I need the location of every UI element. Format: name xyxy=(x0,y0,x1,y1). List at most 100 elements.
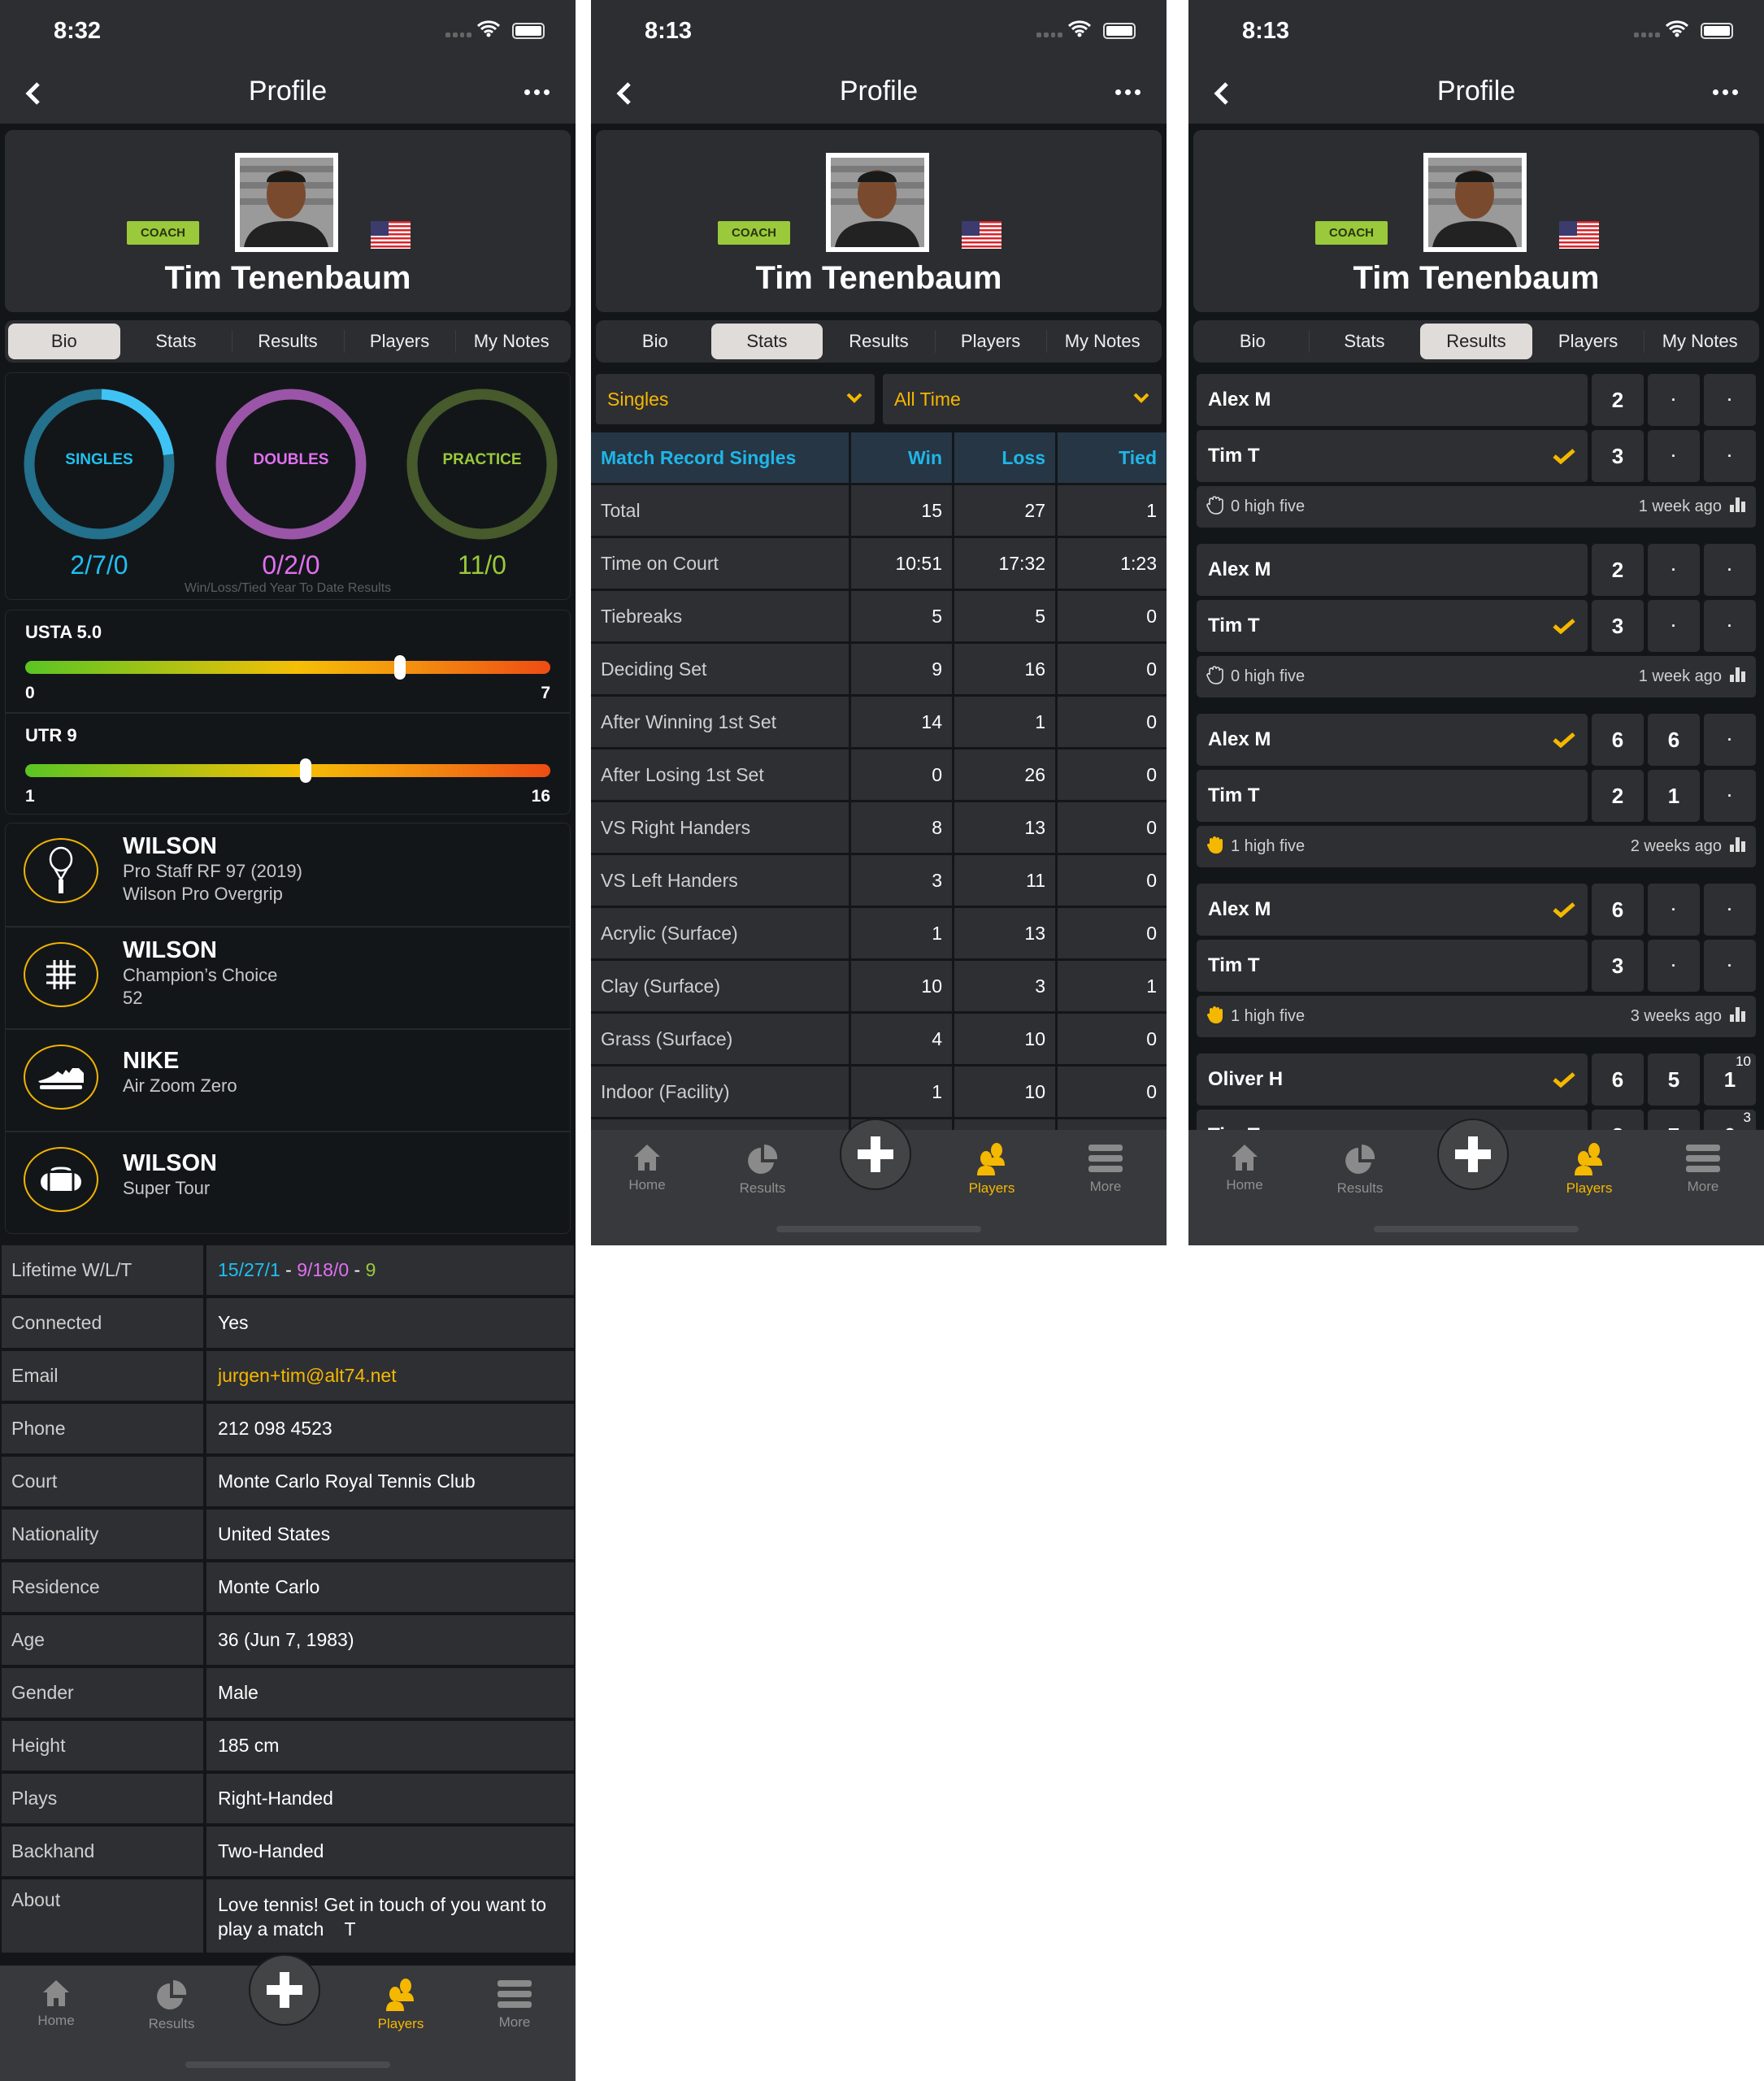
tab-results[interactable]: Results xyxy=(1420,324,1532,359)
back-button[interactable] xyxy=(1213,81,1231,110)
slider-thumb[interactable] xyxy=(299,758,311,783)
tabbar-home[interactable]: Home xyxy=(1196,1143,1293,1193)
add-match-button[interactable] xyxy=(249,1954,320,2026)
tab-stats[interactable]: Stats xyxy=(120,324,232,359)
rating-slider[interactable] xyxy=(25,655,550,680)
players-icon xyxy=(352,1979,450,2011)
match-stats-icon[interactable] xyxy=(1730,497,1746,517)
avatar[interactable] xyxy=(235,153,338,252)
status-bar: 8:13 xyxy=(1188,0,1764,65)
tab-players[interactable]: Players xyxy=(934,324,1047,359)
high-five-count: 1 high five xyxy=(1231,1007,1306,1025)
high-five-button[interactable] xyxy=(1206,665,1224,689)
tab-results[interactable]: Results xyxy=(823,324,935,359)
tab-my-notes[interactable]: My Notes xyxy=(1644,324,1756,359)
tab-players[interactable]: Players xyxy=(343,324,456,359)
score: 6 xyxy=(1667,728,1680,752)
tabbar-players[interactable]: Players xyxy=(1540,1143,1638,1197)
wifi-icon xyxy=(476,20,501,41)
tab-results[interactable]: Results xyxy=(232,324,344,359)
match-stats-icon[interactable] xyxy=(1730,1006,1746,1027)
equipment-item[interactable]: WILSON Champion’s Choice 52 xyxy=(6,926,570,1028)
high-five-button[interactable] xyxy=(1206,495,1224,519)
tab-bio[interactable]: Bio xyxy=(1197,324,1309,359)
match-card[interactable]: Alex M 2 · · Tim T 3 · · 0 high five 1 week ago xyxy=(1197,544,1756,697)
match-stats-icon[interactable] xyxy=(1730,667,1746,687)
tabbar-results[interactable]: Results xyxy=(714,1143,811,1197)
equipment-item[interactable]: WILSON Pro Staff RF 97 (2019) Wilson Pro O… xyxy=(6,823,570,926)
match-stats-icon[interactable] xyxy=(1730,836,1746,857)
ytd-rings-panel: SINGLES 2/7/0 DOUBLES 0/2/0 PRACTICE 11/0 Win/… xyxy=(5,372,571,600)
set-score: 6 xyxy=(1592,714,1644,766)
slider-thumb[interactable] xyxy=(394,655,406,680)
match-card[interactable]: Alex M 2 · · Tim T 3 · · 0 high five 1 week ago xyxy=(1197,374,1756,528)
set-score: · xyxy=(1648,940,1700,992)
period-select[interactable]: All Time xyxy=(883,374,1162,424)
add-match-button[interactable] xyxy=(840,1119,911,1190)
bio-row-residence: Residence Monte Carlo xyxy=(2,1562,574,1612)
tabbar-home[interactable]: Home xyxy=(7,1979,105,2029)
page-title: Profile xyxy=(1436,76,1516,106)
tab-my-notes[interactable]: My Notes xyxy=(455,324,567,359)
tabbar-more[interactable]: More xyxy=(1654,1143,1752,1195)
profile-tabs: Bio Stats Results Players My Notes xyxy=(5,320,571,363)
stat-value: 11 xyxy=(954,855,1055,906)
high-five-button[interactable] xyxy=(1206,1005,1224,1029)
stats-row: Grass (Surface) 4 10 0 xyxy=(591,1014,1167,1064)
tab-players[interactable]: Players xyxy=(1532,324,1645,359)
equipment-brand: WILSON xyxy=(123,937,217,963)
set-score: · xyxy=(1704,544,1756,596)
rating-slider[interactable] xyxy=(25,758,550,783)
more-options-button[interactable] xyxy=(1713,89,1738,95)
tab-my-notes[interactable]: My Notes xyxy=(1046,324,1158,359)
match-card[interactable]: Alex M 6 · · Tim T 3 · · 1 high five 3 weeks ago xyxy=(1197,884,1756,1037)
stat-value: 0 xyxy=(1058,697,1167,747)
bio-value: Two-Handed xyxy=(206,1827,574,1876)
tabbar-results[interactable]: Results xyxy=(1311,1143,1409,1197)
equipment-item[interactable]: WILSON Super Tour xyxy=(6,1131,570,1233)
lifetime-practice: 9 xyxy=(365,1259,376,1280)
score: · xyxy=(1671,392,1676,408)
rings-caption: Win/Loss/Tied Year To Date Results xyxy=(184,581,392,595)
tab-bio[interactable]: Bio xyxy=(8,324,120,359)
player-row: Alex M 6 · · xyxy=(1197,884,1756,936)
back-button[interactable] xyxy=(615,81,633,110)
email-link[interactable]: jurgen+tim@alt74.net xyxy=(206,1351,574,1401)
add-match-button[interactable] xyxy=(1437,1119,1509,1190)
match-card[interactable]: Alex M 6 6 · Tim T 2 1 · 1 high five 2 weeks ago xyxy=(1197,714,1756,867)
tab-stats[interactable]: Stats xyxy=(1308,324,1421,359)
stat-label: Time on Court xyxy=(591,538,849,589)
tabbar-players[interactable]: Players xyxy=(352,1979,450,2032)
set-score: · xyxy=(1648,600,1700,652)
stat-value: 1 xyxy=(851,1067,952,1117)
match-type-select[interactable]: Singles xyxy=(596,374,875,424)
profile-card: COACH Tim Tenenbaum xyxy=(1193,130,1759,312)
high-five-button[interactable] xyxy=(1206,835,1224,859)
tabbar-results[interactable]: Results xyxy=(123,1979,220,2032)
ring-value: 11/0 xyxy=(458,550,506,580)
bio-key: Lifetime W/L/T xyxy=(2,1245,203,1295)
more-options-button[interactable] xyxy=(524,89,550,95)
profile-card: COACH Tim Tenenbaum xyxy=(5,130,571,312)
tabbar-more[interactable]: More xyxy=(466,1979,563,2031)
stats-table: Match Record Singles Win Loss Tied Total 15 27… xyxy=(591,432,1167,1170)
stats-row: Indoor (Facility) 1 10 0 xyxy=(591,1067,1167,1117)
player-name: Tim Tenenbaum xyxy=(164,260,411,296)
ring-value: 2/7/0 xyxy=(70,550,128,580)
more-options-button[interactable] xyxy=(1115,89,1141,95)
tabbar-players[interactable]: Players xyxy=(943,1143,1041,1197)
avatar[interactable] xyxy=(826,153,929,252)
set-score: · xyxy=(1648,430,1700,482)
tab-bio[interactable]: Bio xyxy=(599,324,711,359)
tabbar-home[interactable]: Home xyxy=(598,1143,696,1193)
equipment-item[interactable]: NIKE Air Zoom Zero xyxy=(6,1028,570,1131)
tabbar-more[interactable]: More xyxy=(1057,1143,1154,1195)
avatar[interactable] xyxy=(1423,153,1527,252)
tab-stats[interactable]: Stats xyxy=(710,324,823,359)
stat-value: 16 xyxy=(954,644,1055,694)
bio-value: Monte Carlo Royal Tennis Club xyxy=(206,1457,574,1506)
rating-1: UTR 9 1 16 xyxy=(6,712,570,814)
page-title: Profile xyxy=(839,76,919,106)
back-button[interactable] xyxy=(24,81,42,110)
score: · xyxy=(1671,901,1676,918)
